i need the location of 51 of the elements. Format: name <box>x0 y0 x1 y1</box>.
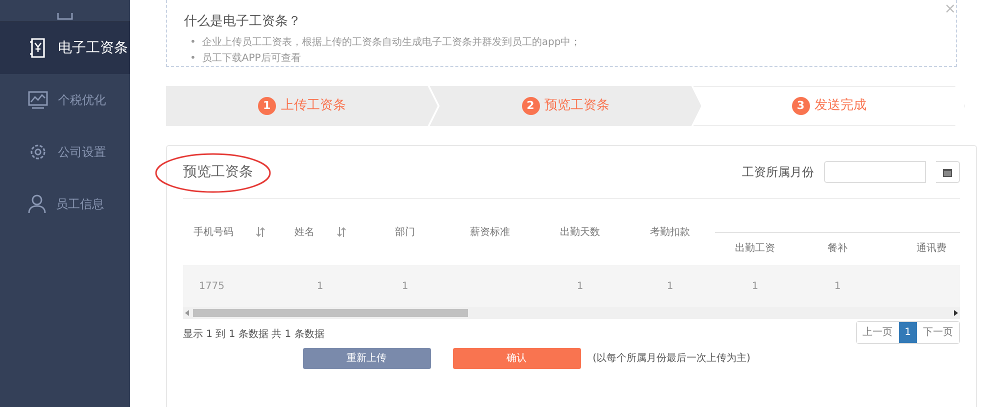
month-input-field[interactable] <box>824 161 926 183</box>
column-header[interactable]: 姓名 <box>294 224 314 240</box>
column-header: 薪资标准 <box>470 226 510 240</box>
sort-icon[interactable] <box>336 227 346 237</box>
chart-icon <box>28 91 48 109</box>
table-cell: 1775 <box>199 280 224 292</box>
step-number: 1 <box>258 97 276 115</box>
section-title: 预览工资条 <box>183 162 253 182</box>
calendar-button[interactable] <box>936 161 960 183</box>
notice-item: 企业上传员工工资表，根据上传的工资条自动生成电子工资条并群发到员工的app中； <box>202 36 581 50</box>
notice-title: 什么是电子工资条？ <box>184 13 302 31</box>
sidebar-item[interactable]: 个税优化 <box>0 74 130 126</box>
reupload-button[interactable]: 重新上传 <box>302 348 431 369</box>
step-label: 上传工资条 <box>280 97 346 116</box>
page-button[interactable]: 1 <box>898 322 917 343</box>
table-cell: 1 <box>402 280 408 292</box>
bullet-mark: • <box>190 36 196 50</box>
table-cell: 1 <box>316 280 324 292</box>
table-cell: 1 <box>752 280 758 292</box>
column-header[interactable]: 手机号码 <box>194 224 234 240</box>
table-cell: 1 <box>666 280 674 292</box>
column-header: 考勤扣款 <box>650 226 690 240</box>
sort-icon[interactable] <box>256 227 264 237</box>
column-header: 部门 <box>395 226 415 240</box>
calendar-icon <box>943 168 952 176</box>
table-cell: 1 <box>576 280 584 292</box>
bullet-mark: • <box>190 52 196 66</box>
table-summary: 显示 1 到 1 条数据 共 1 条数据 <box>183 328 324 342</box>
column-header: 出勤天数 <box>560 226 600 240</box>
horizontal-scrollbar[interactable] <box>183 307 960 319</box>
column-header: 出勤工资 <box>735 243 775 254</box>
step-number: 2 <box>522 97 540 115</box>
scroll-left-icon[interactable] <box>185 310 189 316</box>
note-text: (以每个所属月份最后一次上传为主) <box>592 352 750 366</box>
person-icon <box>28 194 46 214</box>
sidebar-icon <box>56 13 74 21</box>
sidebar-item[interactable]: 公司设置 <box>0 126 130 178</box>
sidebar-item[interactable]: 员工信息 <box>0 178 130 230</box>
table-cell: 1 <box>834 280 841 292</box>
document-icon <box>28 37 48 59</box>
settings-icon <box>28 142 48 162</box>
scroll-right-icon[interactable] <box>954 310 958 316</box>
step-label: 预览工资条 <box>544 97 610 116</box>
step-number: 3 <box>792 97 810 115</box>
field-label: 工资所属月份 <box>742 164 814 181</box>
sidebar-item[interactable]: 电子工资条 <box>0 22 130 74</box>
column-header: 餐补 <box>828 243 848 254</box>
confirm-button[interactable]: 确认 <box>452 348 581 369</box>
step-label: 发送完成 <box>814 97 867 116</box>
column-header: 通讯费 <box>916 243 947 254</box>
notice-item: 员工下载APP后可查看 <box>202 52 301 66</box>
